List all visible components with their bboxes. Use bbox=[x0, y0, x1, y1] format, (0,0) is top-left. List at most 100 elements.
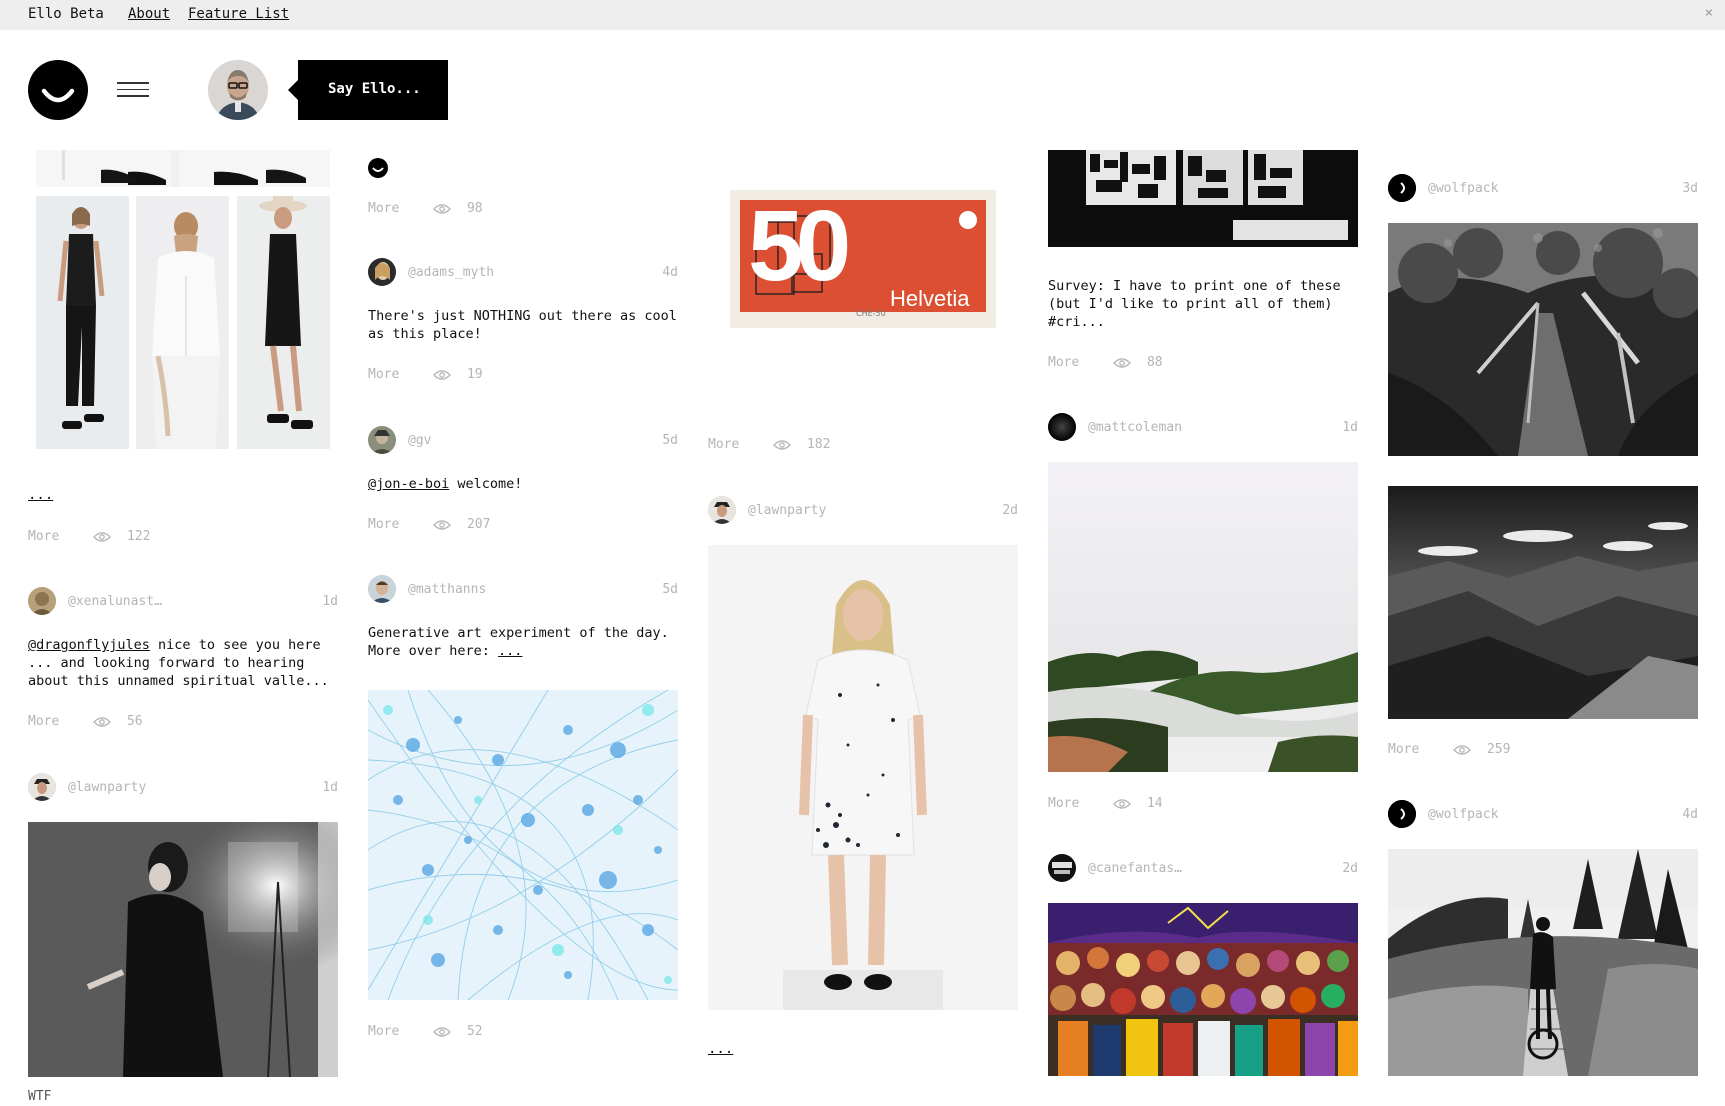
post-meta: More 98 bbox=[368, 201, 483, 216]
eye-icon bbox=[433, 204, 452, 214]
more-link[interactable]: More bbox=[368, 1024, 399, 1039]
say-ello-button[interactable]: Say Ello... bbox=[288, 60, 448, 120]
view-count: 14 bbox=[1146, 796, 1163, 811]
timestamp: 1d bbox=[1342, 420, 1358, 435]
timestamp: 3d bbox=[1682, 181, 1698, 196]
view-count: 19 bbox=[466, 367, 483, 382]
avatar[interactable] bbox=[368, 575, 396, 603]
eye-icon bbox=[1113, 799, 1132, 809]
username[interactable]: @xenalunast… bbox=[68, 594, 162, 609]
stamp-word: Helvetia bbox=[890, 286, 970, 311]
post-body: Survey: I have to print one of these (bu… bbox=[1048, 278, 1341, 330]
post-header: @adams_myth 4d bbox=[368, 258, 678, 286]
post-meta: More 56 bbox=[28, 714, 143, 729]
read-more-link[interactable]: ... bbox=[498, 643, 522, 659]
avatar[interactable] bbox=[1048, 854, 1076, 882]
post-image-cyclist[interactable] bbox=[1388, 849, 1698, 1076]
post-image-fog[interactable] bbox=[1048, 462, 1358, 772]
ello-avatar[interactable] bbox=[368, 158, 388, 178]
avatar[interactable] bbox=[1388, 800, 1416, 828]
post-image-mountains[interactable] bbox=[1388, 486, 1698, 719]
avatar[interactable] bbox=[708, 496, 736, 524]
view-count: 88 bbox=[1146, 355, 1163, 370]
eye-icon bbox=[93, 717, 112, 727]
post-header: @wolfpack 4d bbox=[1388, 800, 1698, 828]
post-meta: More 122 bbox=[28, 529, 150, 544]
mention-link[interactable]: @dragonflyjules bbox=[28, 637, 150, 653]
view-count: 122 bbox=[126, 529, 151, 544]
avatar[interactable] bbox=[368, 426, 396, 454]
view-count: 56 bbox=[126, 714, 143, 729]
post-header: @gv 5d bbox=[368, 426, 678, 454]
username[interactable]: @mattcoleman bbox=[1088, 420, 1182, 435]
username[interactable]: @lawnparty bbox=[748, 503, 826, 518]
timestamp: 4d bbox=[662, 265, 678, 280]
menu-icon[interactable] bbox=[117, 82, 149, 102]
read-more-link[interactable]: ... bbox=[708, 1041, 733, 1057]
username[interactable]: @wolfpack bbox=[1428, 807, 1498, 822]
more-link[interactable]: More bbox=[1048, 355, 1079, 370]
post-meta: More 14 bbox=[1048, 796, 1163, 811]
post-meta: More 19 bbox=[368, 367, 483, 382]
close-icon[interactable]: × bbox=[1705, 5, 1713, 21]
view-count: 182 bbox=[806, 437, 831, 452]
generative-art-image[interactable] bbox=[368, 690, 678, 1000]
post-body: There's just NOTHING out there as cool a… bbox=[368, 308, 677, 342]
read-more-link[interactable]: ... bbox=[28, 487, 53, 503]
username[interactable]: @matthanns bbox=[408, 582, 486, 597]
more-link[interactable]: More bbox=[368, 517, 399, 532]
username[interactable]: @canefantas… bbox=[1088, 861, 1182, 876]
more-link[interactable]: More bbox=[368, 201, 399, 216]
more-link[interactable]: More bbox=[28, 529, 59, 544]
helvetia-stamp-image[interactable]: CHE-50 50 Helvetia bbox=[730, 190, 996, 328]
post-meta: More 182 bbox=[708, 437, 830, 452]
username[interactable]: @gv bbox=[408, 433, 431, 448]
ello-logo[interactable] bbox=[28, 60, 88, 120]
view-count: 259 bbox=[1486, 742, 1511, 757]
username[interactable]: @adams_myth bbox=[408, 265, 494, 280]
posters-image[interactable] bbox=[1048, 150, 1358, 247]
post-image-model[interactable] bbox=[708, 545, 1018, 1010]
eye-icon bbox=[1113, 358, 1132, 368]
avatar[interactable] bbox=[1048, 413, 1076, 441]
avatar[interactable] bbox=[368, 258, 396, 286]
post-image-portrait[interactable] bbox=[28, 822, 338, 1077]
more-link[interactable]: More bbox=[708, 437, 739, 452]
more-link[interactable]: More bbox=[1388, 742, 1419, 757]
fashion-photo-2[interactable] bbox=[136, 196, 229, 449]
more-link[interactable]: More bbox=[1048, 796, 1079, 811]
avatar[interactable] bbox=[1388, 174, 1416, 202]
timestamp: 1d bbox=[322, 780, 338, 795]
more-link[interactable]: More bbox=[28, 714, 59, 729]
shoes-image[interactable] bbox=[36, 150, 330, 187]
eye-icon bbox=[433, 1027, 452, 1037]
timestamp: 5d bbox=[662, 433, 678, 448]
fashion-photo-3[interactable] bbox=[237, 196, 330, 449]
avatar[interactable] bbox=[208, 60, 268, 120]
post-body: Generative art experiment of the day. Mo… bbox=[368, 625, 669, 659]
post-image-collage[interactable] bbox=[1048, 903, 1358, 1076]
post-header: @lawnparty 2d bbox=[708, 496, 1018, 524]
smile-icon bbox=[41, 88, 75, 103]
mention-link[interactable]: @jon-e-boi bbox=[368, 476, 449, 492]
more-link[interactable]: More bbox=[368, 367, 399, 382]
post-image-bridge[interactable] bbox=[1388, 223, 1698, 456]
feature-list-link[interactable]: Feature List bbox=[188, 6, 289, 22]
post-header: @wolfpack 3d bbox=[1388, 174, 1698, 202]
about-link[interactable]: About bbox=[128, 6, 170, 22]
fashion-photo-1[interactable] bbox=[36, 196, 129, 449]
avatar[interactable] bbox=[28, 773, 56, 801]
username[interactable]: @lawnparty bbox=[68, 780, 146, 795]
avatar[interactable] bbox=[28, 587, 56, 615]
top-bar: Ello Beta About Feature List × bbox=[0, 0, 1725, 30]
post-header: @lawnparty 1d bbox=[28, 773, 338, 801]
post-header: @mattcoleman 1d bbox=[1048, 413, 1358, 441]
eye-icon bbox=[433, 370, 452, 380]
eye-icon bbox=[93, 532, 112, 542]
timestamp: 2d bbox=[1342, 861, 1358, 876]
eye-icon bbox=[773, 440, 792, 450]
username[interactable]: @wolfpack bbox=[1428, 181, 1498, 196]
view-count: 98 bbox=[466, 201, 483, 216]
view-count: 52 bbox=[466, 1024, 483, 1039]
timestamp: 2d bbox=[1002, 503, 1018, 518]
